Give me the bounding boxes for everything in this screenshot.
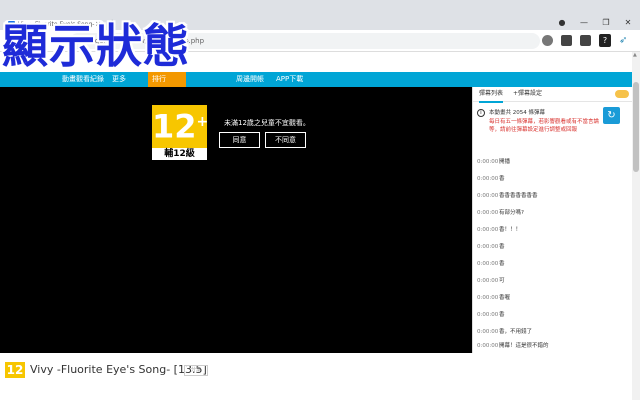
minimize-icon[interactable]: — <box>578 18 590 28</box>
anime-title: Vivy -Fluorite Eye's Song- [13.5] <box>30 363 207 376</box>
danmaku-text: 香，不用錢了 <box>499 329 533 335</box>
danmaku-text: 香 <box>499 244 505 250</box>
list-item[interactable]: 0:00:00開幕！這是很不錯的 <box>477 341 549 351</box>
nav-item-history[interactable]: 觀看紀錄 <box>76 72 104 87</box>
agree-button[interactable]: 同意 <box>219 132 260 148</box>
nav-item-ranking[interactable]: 排行 <box>152 72 166 87</box>
list-item[interactable]: 0:00:00香 <box>477 310 505 320</box>
nav-item-more[interactable]: 更多 <box>112 72 126 87</box>
danmaku-text: 香！！！ <box>499 227 522 233</box>
extension-icons: ? ➶ <box>542 34 630 47</box>
danmaku-toggle[interactable] <box>615 90 629 98</box>
list-item[interactable]: 0:00:00香 <box>477 174 505 184</box>
help-icon[interactable]: ? <box>599 34 611 47</box>
list-item[interactable]: 0:00:00香 <box>477 259 505 269</box>
danmaku-text: 開播 <box>499 159 511 165</box>
thumbs-up-icon[interactable] <box>580 35 591 46</box>
danmaku-time: 0:00:00 <box>477 244 499 250</box>
danmaku-time: 0:00:00 <box>477 176 499 182</box>
screen: Vivy -Fluorite Eye's Song- × + ● — ❐ ✕ a… <box>0 0 640 400</box>
danmaku-notice: 每日有五一條彈幕，若影響觀看或有不當言論等，請前往彈幕設定進行調整或回報 <box>489 119 600 133</box>
danmaku-time: 0:00:00 <box>477 295 499 301</box>
danmaku-time: 0:00:00 <box>477 261 499 267</box>
danmaku-time: 0:00:00 <box>477 278 499 284</box>
rating-badge: 12+ <box>152 105 209 149</box>
danmaku-time: 0:00:00 <box>477 227 499 233</box>
nav-item-merch[interactable]: 周邊開帳 <box>236 72 264 87</box>
danmaku-count: 本動畫共 2054 條彈幕 <box>489 110 545 116</box>
list-item[interactable]: 0:00:00香 <box>477 242 505 252</box>
anime-info-bar: 12 Vivy -Fluorite Eye's Song- [13.5] 分享 <box>0 353 632 400</box>
close-window-icon[interactable]: ✕ <box>622 18 634 28</box>
bird-icon[interactable]: ➶ <box>619 35 630 46</box>
danmaku-time: 0:00:00 <box>477 210 499 216</box>
danmaku-text: 香 <box>499 261 505 267</box>
list-item[interactable]: 0:00:00香，不用錢了 <box>477 327 532 337</box>
disagree-button[interactable]: 不同意 <box>265 132 306 148</box>
danmaku-time: 0:00:00 <box>477 329 499 335</box>
danmaku-text: 香 <box>499 312 505 318</box>
panel-tabs: 彈幕列表 +彈幕設定 <box>473 87 633 103</box>
window-controls: ● — ❐ ✕ <box>556 18 634 28</box>
tab-danmaku-settings[interactable]: +彈幕設定 <box>513 87 542 101</box>
list-item[interactable]: 0:00:00香香香香香香香 <box>477 191 538 201</box>
danmaku-text: 香 <box>499 176 505 182</box>
age-notice: 未滿12歲之兒童不宜觀看。 <box>224 119 310 127</box>
mini-rating-badge: 12 <box>5 362 25 378</box>
danmaku-info: i 本動畫共 2054 條彈幕 每日有五一條彈幕，若影響觀看或有不當言論等，請前… <box>477 106 605 148</box>
volume-icon[interactable] <box>542 35 553 46</box>
share-button[interactable]: 分享 <box>184 365 208 376</box>
nav-item-app-download[interactable]: APP下載 <box>276 72 303 87</box>
danmaku-time: 0:00:00 <box>477 193 499 199</box>
rating-label: 輔12級 <box>152 148 207 160</box>
site-nav-bar: 動畫 觀看紀錄 更多 排行 周邊開帳 APP下載 <box>0 72 640 87</box>
list-item[interactable]: 0:00:00可 <box>477 276 505 286</box>
danmaku-time: 0:00:00 <box>477 312 499 318</box>
danmaku-time: 0:00:00 <box>477 159 499 165</box>
profile-dot-icon[interactable]: ● <box>556 18 568 28</box>
danmaku-panel: 彈幕列表 +彈幕設定 i 本動畫共 2054 條彈幕 每日有五一條彈幕，若影響觀… <box>472 87 633 353</box>
list-item[interactable]: 0:00:00香喔 <box>477 293 510 303</box>
maximize-icon[interactable]: ❐ <box>600 18 612 28</box>
danmaku-text: 香喔 <box>499 295 511 301</box>
page-scrollbar[interactable]: ▲ <box>632 52 640 400</box>
overlay-heading: 顯示狀態 <box>2 19 190 73</box>
danmaku-text: 開幕！這是很不錯的 <box>499 343 549 349</box>
info-icon: i <box>477 109 485 117</box>
list-item[interactable]: 0:00:00有部分嗎? <box>477 208 524 218</box>
list-item[interactable]: 0:00:00開播 <box>477 157 510 167</box>
scroll-up-icon[interactable]: ▲ <box>633 52 637 58</box>
rating-number: 12+ <box>152 107 209 146</box>
scroll-thumb[interactable] <box>633 82 639 172</box>
danmaku-text: 香香香香香香香 <box>499 193 538 199</box>
list-item[interactable]: 0:00:00香！！！ <box>477 225 521 235</box>
extension-icon[interactable] <box>561 35 572 46</box>
refresh-icon[interactable]: ↻ <box>603 107 620 124</box>
nav-item-anime[interactable]: 動畫 <box>62 72 76 87</box>
danmaku-text: 有部分嗎? <box>499 210 524 216</box>
danmaku-time: 0:00:00 <box>477 343 499 349</box>
tab-danmaku-list[interactable]: 彈幕列表 <box>479 87 504 103</box>
danmaku-text: 可 <box>499 278 505 284</box>
